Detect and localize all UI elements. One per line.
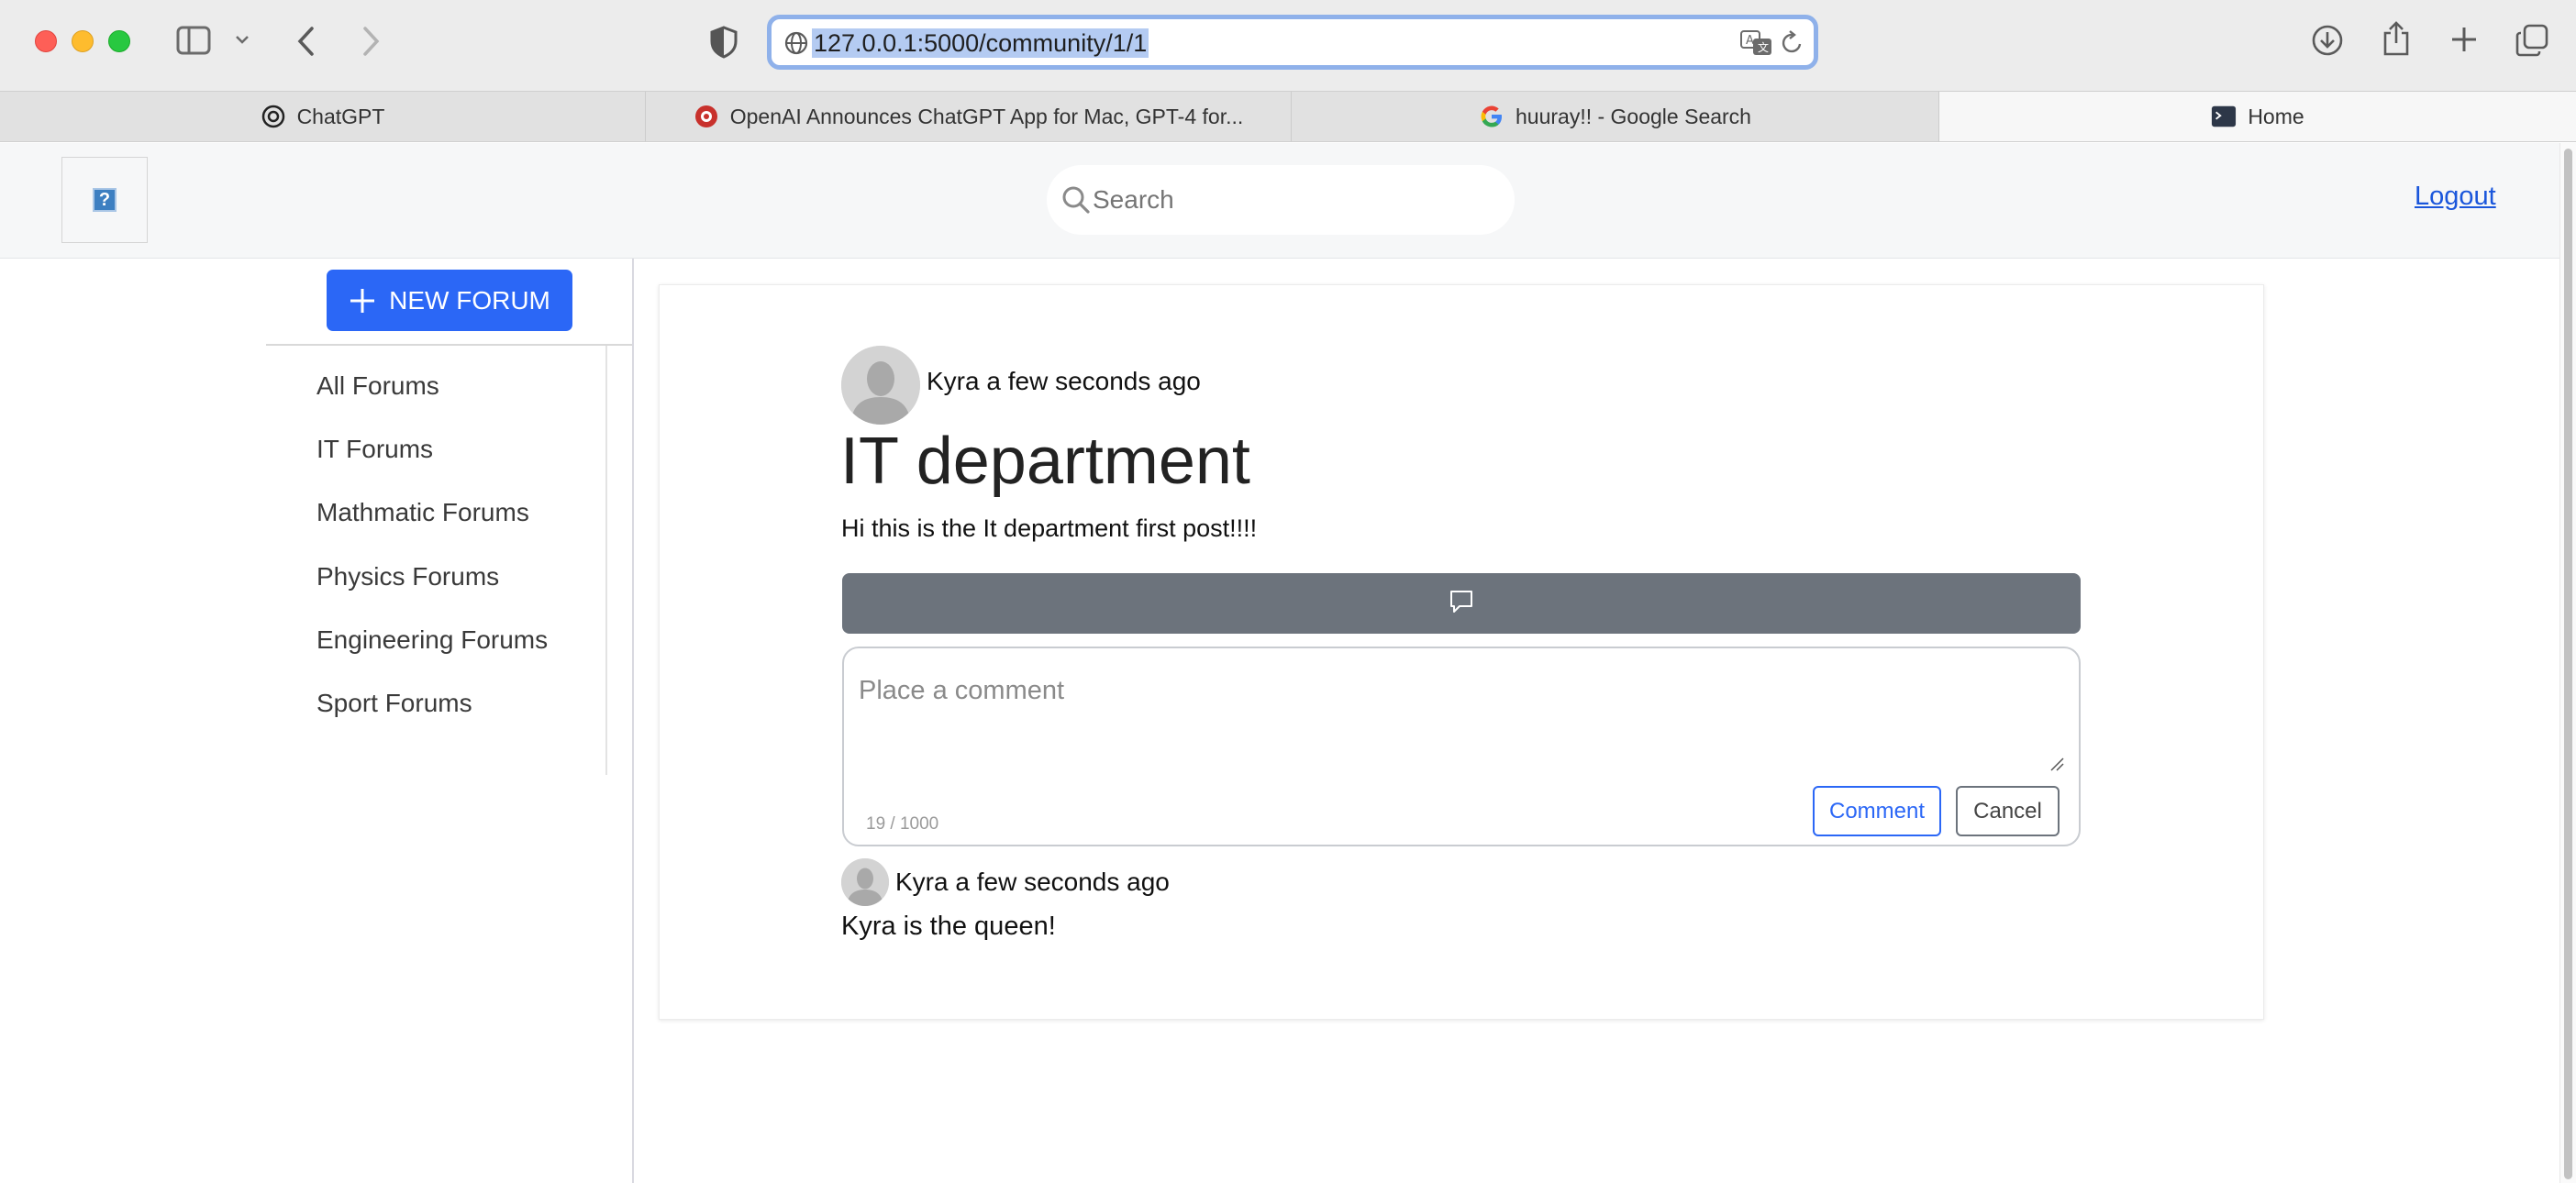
tab-bar: ChatGPT OpenAI Announces ChatGPT App for… — [0, 91, 2576, 142]
tab-overview-icon[interactable] — [2515, 24, 2548, 57]
comment-cancel-button[interactable]: Cancel — [1956, 786, 2060, 836]
comment-form: 19 / 1000 Comment Cancel — [842, 647, 2081, 846]
sidebar-toggle-icon[interactable] — [176, 26, 211, 55]
new-tab-icon[interactable] — [2449, 25, 2479, 54]
comment-meta: Kyra a few seconds ago — [895, 868, 1170, 897]
minimize-window-button[interactable] — [72, 30, 94, 52]
news-site-icon — [694, 104, 719, 129]
openai-icon — [261, 104, 286, 129]
new-forum-label: NEW FORUM — [389, 285, 550, 315]
sidebar-item-sport-forums[interactable]: Sport Forums — [316, 689, 548, 752]
post-author[interactable]: Kyra — [927, 367, 980, 395]
sidebar-item-it-forums[interactable]: IT Forums — [316, 435, 548, 498]
close-window-button[interactable] — [35, 30, 57, 52]
user-silhouette-icon — [841, 346, 920, 425]
plus-icon — [349, 287, 376, 315]
scrollbar-thumb[interactable] — [2564, 149, 2572, 1179]
tab-label: huuray!! - Google Search — [1516, 104, 1751, 128]
tab-google-search[interactable]: huuray!! - Google Search — [1292, 92, 1939, 141]
forward-icon[interactable] — [360, 26, 382, 57]
comment-icon — [1449, 589, 1474, 619]
reload-icon[interactable] — [1781, 30, 1804, 61]
logout-link[interactable]: Logout — [2415, 182, 2496, 212]
comment-text: Kyra is the queen! — [841, 912, 1056, 941]
google-icon — [1479, 104, 1505, 129]
post-time: a few seconds ago — [986, 367, 1201, 395]
new-forum-button[interactable]: NEW FORUM — [327, 270, 572, 331]
broken-image-icon: ? — [93, 188, 117, 212]
sidebar-item-engineering-forums[interactable]: Engineering Forums — [316, 625, 548, 689]
search-input[interactable] — [1093, 180, 1496, 220]
comment-time: a few seconds ago — [955, 868, 1170, 896]
sidebar-item-all-forums[interactable]: All Forums — [316, 371, 548, 435]
sidebar-divider-vertical — [605, 346, 607, 775]
tab-chatgpt[interactable]: ChatGPT — [0, 92, 646, 141]
toggle-comments-button[interactable] — [842, 573, 2081, 634]
address-bar[interactable]: 127.0.0.1:5000/community/1/1 A文 — [767, 15, 1818, 70]
terminal-icon — [2211, 104, 2237, 129]
user-silhouette-icon — [841, 858, 889, 906]
translate-icon[interactable]: A文 — [1740, 30, 1773, 61]
post-body: Hi this is the It department first post!… — [841, 514, 1258, 542]
search-icon — [1061, 185, 1091, 219]
sidebar-item-mathmatic-forums[interactable]: Mathmatic Forums — [316, 498, 548, 561]
forum-list: All Forums IT Forums Mathmatic Forums Ph… — [316, 371, 548, 752]
tab-openai-news[interactable]: OpenAI Announces ChatGPT App for Mac, GP… — [646, 92, 1292, 141]
svg-text:文: 文 — [1758, 40, 1769, 54]
page-scrollbar[interactable] — [2559, 143, 2576, 1183]
share-icon[interactable] — [2382, 20, 2411, 57]
sidebar-divider — [266, 344, 633, 346]
tab-label: Home — [2248, 104, 2304, 128]
comment-textarea[interactable] — [859, 676, 2060, 764]
site-header: ? Logout — [0, 143, 2559, 259]
search-bar[interactable] — [1047, 165, 1515, 235]
site-logo[interactable]: ? — [61, 157, 148, 243]
post-meta: Kyra a few seconds ago — [927, 367, 1201, 396]
url-text[interactable]: 127.0.0.1:5000/community/1/1 — [812, 28, 1149, 58]
sidebar-item-physics-forums[interactable]: Physics Forums — [316, 562, 548, 625]
char-counter: 19 / 1000 — [866, 814, 939, 834]
tab-home[interactable]: Home — [1939, 92, 2576, 141]
privacy-shield-icon[interactable] — [709, 26, 738, 59]
chevron-down-icon[interactable] — [234, 33, 250, 46]
fullscreen-window-button[interactable] — [108, 30, 130, 52]
tab-label: ChatGPT — [296, 104, 385, 128]
back-icon[interactable] — [295, 26, 317, 57]
comment-avatar[interactable] — [841, 858, 889, 906]
comment-author[interactable]: Kyra — [895, 868, 949, 896]
post-title: IT department — [840, 425, 1250, 498]
author-avatar[interactable] — [841, 346, 920, 425]
tab-label: OpenAI Announces ChatGPT App for Mac, GP… — [729, 104, 1244, 128]
svg-text:A: A — [1746, 34, 1754, 48]
content-divider — [632, 259, 634, 1183]
comment-submit-button[interactable]: Comment — [1813, 786, 1941, 836]
downloads-icon[interactable] — [2311, 24, 2344, 57]
browser-toolbar: 127.0.0.1:5000/community/1/1 A文 — [0, 0, 2576, 91]
globe-icon — [783, 30, 809, 61]
resize-handle-icon[interactable] — [2049, 757, 2064, 776]
